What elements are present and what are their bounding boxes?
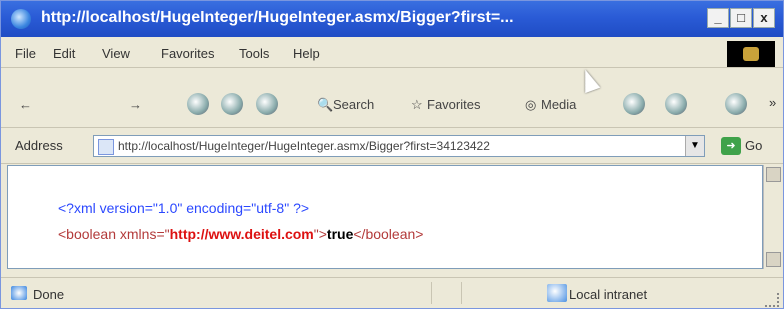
vertical-scrollbar[interactable]: [763, 165, 783, 269]
menu-view[interactable]: View: [102, 46, 130, 61]
close-button[interactable]: x: [753, 8, 775, 28]
minimize-button[interactable]: _: [707, 8, 729, 28]
go-icon[interactable]: ➜: [721, 137, 741, 155]
scroll-up-arrow[interactable]: [766, 167, 781, 182]
media-icon[interactable]: ◎: [525, 97, 536, 113]
page-icon: [98, 139, 114, 155]
address-input[interactable]: http://localhost/HugeInteger/HugeInteger…: [93, 135, 705, 157]
xml-namespace-url: http://www.deitel.com: [169, 226, 314, 242]
menu-edit[interactable]: Edit: [53, 46, 75, 61]
window-title: http://localhost/HugeInteger/HugeInteger…: [41, 9, 514, 26]
xml-decl-text: <?xml version="1.0" encoding="utf-8" ?>: [58, 200, 310, 216]
search-button[interactable]: Search: [333, 97, 374, 112]
address-label: Address: [15, 138, 63, 153]
stop-icon[interactable]: [187, 93, 209, 115]
security-zone: Local intranet: [569, 287, 648, 302]
intranet-icon: [547, 284, 567, 302]
title-bar[interactable]: http://localhost/HugeInteger/HugeInteger…: [1, 1, 783, 37]
status-segment: [431, 282, 460, 304]
media-button[interactable]: Media: [541, 97, 576, 112]
search-icon[interactable]: 🔍: [317, 97, 333, 113]
menu-favorites[interactable]: Favorites: [161, 46, 214, 61]
address-dropdown-icon[interactable]: ▼: [685, 136, 704, 156]
toolbar: ← → 🔍 Search ☆ Favorites ◎ Media »: [1, 87, 783, 128]
xml-boolean-element: <boolean xmlns="http://www.deitel.com">t…: [58, 226, 423, 242]
done-icon: [11, 286, 27, 300]
ie-icon: [11, 9, 31, 29]
mail-icon[interactable]: [665, 93, 687, 115]
status-text: Done: [33, 287, 65, 302]
refresh-icon[interactable]: [221, 93, 243, 115]
forward-button[interactable]: →: [129, 97, 142, 112]
print-icon[interactable]: [725, 93, 747, 115]
menu-bar: File Edit View Favorites Tools Help: [1, 39, 783, 68]
browser-window: http://localhost/HugeInteger/HugeInteger…: [0, 0, 784, 309]
history-icon[interactable]: [623, 93, 645, 115]
go-button[interactable]: Go: [745, 138, 762, 153]
resize-grip[interactable]: [765, 293, 779, 307]
xml-open-tag-end: ">: [313, 226, 327, 242]
status-bar: Done Local intranet: [1, 277, 783, 309]
xml-value: true: [326, 226, 354, 242]
xml-open-tag: <boolean xmlns=": [58, 226, 170, 242]
xml-declaration: <?xml version="1.0" encoding="utf-8" ?>: [58, 200, 309, 216]
scroll-down-arrow[interactable]: [766, 252, 781, 267]
home-icon[interactable]: [256, 93, 278, 115]
favorites-button[interactable]: Favorites: [427, 97, 480, 112]
back-button[interactable]: ←: [19, 97, 32, 112]
menu-tools[interactable]: Tools: [239, 46, 269, 61]
maximize-button[interactable]: □: [730, 8, 752, 28]
status-segment: [461, 282, 490, 304]
address-url[interactable]: http://localhost/HugeInteger/HugeInteger…: [118, 139, 678, 153]
xml-close-tag: </boolean>: [353, 226, 424, 242]
menu-file[interactable]: File: [15, 46, 36, 61]
address-bar: Address http://localhost/HugeInteger/Hug…: [1, 129, 783, 164]
toolbar-overflow[interactable]: »: [769, 95, 776, 110]
page-content: <?xml version="1.0" encoding="utf-8" ?> …: [7, 165, 763, 269]
menu-help[interactable]: Help: [293, 46, 320, 61]
windows-logo-icon: [727, 41, 775, 67]
favorites-icon[interactable]: ☆: [411, 97, 423, 113]
